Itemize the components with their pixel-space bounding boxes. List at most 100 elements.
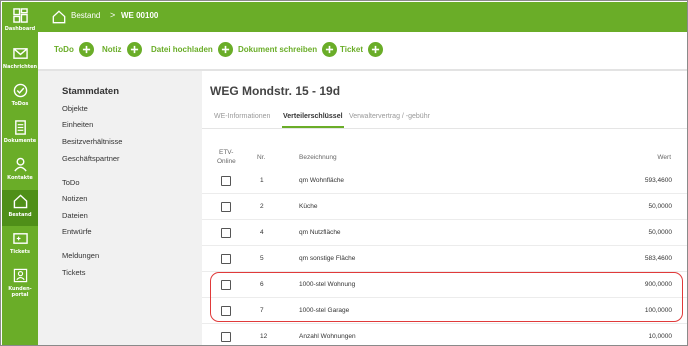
etv-online-checkbox[interactable] [221,228,231,238]
cell-wert: 50,0000 [648,203,673,210]
etv-online-checkbox[interactable] [221,176,231,186]
table-row[interactable]: 2 Küche 50,0000 [202,194,687,220]
side-item-notizen[interactable]: Notizen [62,194,87,203]
side-item-objekte[interactable]: Objekte [62,104,88,113]
table-row[interactable]: 4 qm Nutzfläche 50,0000 [202,220,687,246]
add-ticket-button[interactable]: Ticket [340,42,383,57]
nav-item-tickets[interactable]: Tickets [2,227,38,263]
action-label: Datei hochladen [151,45,213,54]
cell-nr: 1 [260,177,264,184]
side-item-todo[interactable]: ToDo [62,178,80,187]
cell-nr: 5 [260,255,264,262]
side-item-tickets[interactable]: Tickets [62,268,85,277]
etv-online-checkbox[interactable] [221,280,231,290]
tab-we-informationen[interactable]: WE-Informationen [214,113,270,120]
action-label: Dokument schreiben [238,45,318,54]
nav-label: Dashboard [4,26,36,32]
side-item-dateien[interactable]: Dateien [62,211,88,220]
side-item-besitzverhaeltnisse[interactable]: Besitzverhältnisse [62,137,122,146]
mail-icon [12,48,28,59]
nav-label: Kontakte [7,175,33,181]
side-menu: Stammdaten Objekte Einheiten Besitzverhä… [38,71,202,345]
action-label: Notiz [102,45,122,54]
nav-item-todos[interactable]: ToDos [2,79,38,115]
check-circle-icon [13,83,27,98]
main-panel: WEG Mondstr. 15 - 19d WE-Informationen V… [202,71,687,345]
user-icon [13,157,27,172]
plus-icon [78,42,94,57]
cell-bezeichnung: 1000-stel Garage [299,307,350,314]
home-icon [13,194,27,209]
header-bezeichnung[interactable]: Bezeichnung [299,154,337,161]
plus-icon [322,42,338,57]
etv-online-checkbox[interactable] [221,254,231,264]
tab-verteilerschluessel[interactable]: Verteilerschlüssel [283,113,343,120]
action-label: ToDo [54,45,74,54]
cell-bezeichnung: qm Nutzfläche [299,229,341,236]
header-etv-online: Online [217,158,236,165]
cell-nr: 6 [260,281,264,288]
breadcrumb: Bestand > WE 00100 [38,2,687,32]
upload-file-button[interactable]: Datei hochladen [151,42,233,57]
breadcrumb-item-bestand[interactable]: Bestand [71,11,100,20]
etv-online-checkbox[interactable] [221,202,231,212]
cell-bezeichnung: Anzahl Wohnungen [299,333,356,340]
cell-bezeichnung: Küche [299,203,318,210]
cell-bezeichnung: qm sonstige Fläche [299,255,356,262]
etv-online-checkbox[interactable] [221,306,231,316]
plus-icon [367,42,383,57]
cell-nr: 4 [260,229,264,236]
side-item-entwuerfe[interactable]: Entwürfe [62,227,92,236]
table-row[interactable]: 5 qm sonstige Fläche 583,4600 [202,246,687,272]
cell-nr: 2 [260,203,264,210]
cell-bezeichnung: 1000-stel Wohnung [299,281,356,288]
cell-wert: 593,4600 [644,177,672,184]
cell-wert: 900,0000 [644,281,672,288]
nav-label: Kunden- portal [8,286,32,298]
header-nr[interactable]: Nr. [257,154,265,161]
header-wert[interactable]: Wert [657,154,671,161]
etv-online-checkbox[interactable] [221,332,231,342]
side-menu-title: Stammdaten [62,86,120,97]
nav-item-bestand[interactable]: Bestand [2,190,38,226]
tabs-divider [202,128,687,129]
cell-wert: 10,0000 [648,333,673,340]
dashboard-icon [12,8,28,23]
table-row[interactable]: 1 qm Wohnfläche 593,4600 [202,168,687,194]
add-todo-button[interactable]: ToDo [54,42,94,57]
add-notiz-button[interactable]: Notiz [102,42,142,57]
table-row[interactable]: 12 Anzahl Wohnungen 10,0000 [202,324,687,345]
breadcrumb-item-current: WE 00100 [121,11,159,20]
table-row[interactable]: 6 1000-stel Wohnung 900,0000 [202,272,687,298]
home-icon[interactable] [52,10,66,24]
breadcrumb-separator: > [110,10,116,20]
side-item-einheiten[interactable]: Einheiten [62,120,93,129]
document-icon [14,120,26,135]
nav-label: Tickets [9,249,31,255]
cell-wert: 100,0000 [644,307,672,314]
cell-nr: 12 [260,333,268,340]
nav-label: Dokumente [3,138,37,144]
side-item-geschaeftspartner[interactable]: Geschäftspartner [62,154,120,163]
nav-item-kontakte[interactable]: Kontakte [2,153,38,189]
action-bar: ToDo Notiz Datei hochladen Dokument schr… [38,32,687,70]
action-label: Ticket [340,45,363,54]
app-window: Dashboard Nachrichten ToDos Dokumente Ko… [0,0,688,346]
write-document-button[interactable]: Dokument schreiben [238,42,338,57]
table-row[interactable]: 7 1000-stel Garage 100,0000 [202,298,687,324]
main-nav: Dashboard Nachrichten ToDos Dokumente Ko… [2,2,38,345]
nav-item-nachrichten[interactable]: Nachrichten [2,42,38,78]
nav-item-kundenportal[interactable]: Kunden- portal [2,264,38,300]
nav-label: Bestand [8,212,32,218]
plus-icon [217,42,233,57]
page-title: WEG Mondstr. 15 - 19d [210,84,341,98]
nav-label: Nachrichten [2,64,38,70]
side-item-meldungen[interactable]: Meldungen [62,251,99,260]
tab-verwaltervertrag[interactable]: Verwaltervertrag / -gebühr [349,113,430,120]
plus-icon [126,42,142,57]
cell-bezeichnung: qm Wohnfläche [299,177,345,184]
nav-item-dokumente[interactable]: Dokumente [2,116,38,152]
ticket-icon [12,233,28,244]
nav-item-dashboard[interactable]: Dashboard [2,4,38,40]
cell-wert: 50,0000 [648,229,673,236]
